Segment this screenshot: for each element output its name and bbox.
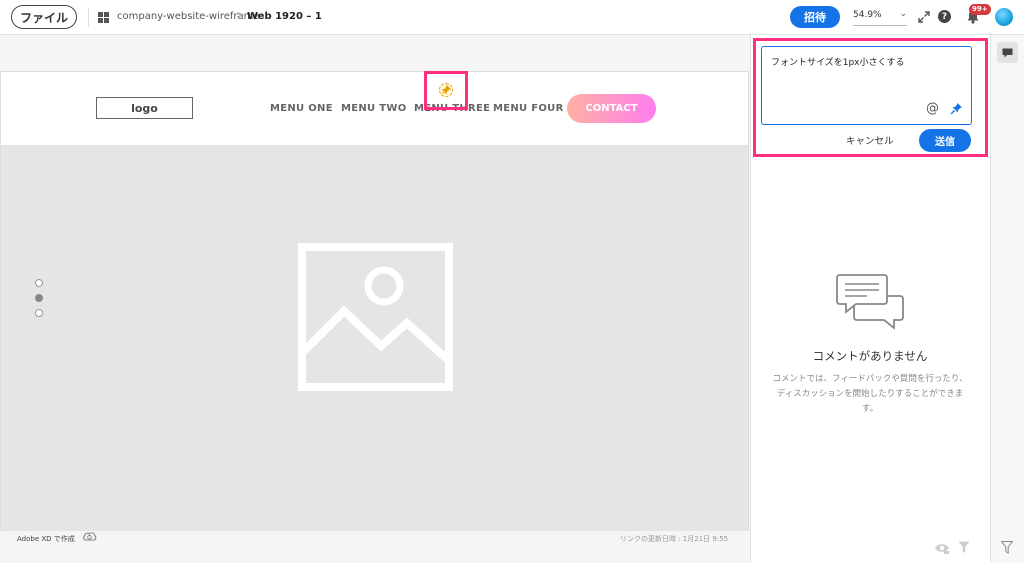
hero-image-area	[1, 145, 748, 531]
empty-state-description: コメントでは、フィードバックや質問を行ったり、ディスカッションを開始したりするこ…	[772, 374, 968, 414]
menu-item-two[interactable]: MENU TWO	[341, 103, 407, 114]
creative-cloud-icon[interactable]	[82, 530, 97, 543]
comment-pin-marker[interactable]	[424, 71, 468, 110]
file-button[interactable]: ファイル	[11, 5, 77, 29]
empty-state-title: コメントがありません	[812, 349, 928, 363]
pin-icon[interactable]	[950, 102, 963, 115]
carousel-dot[interactable]	[35, 309, 43, 317]
hide-resolved-icon[interactable]	[934, 542, 950, 554]
top-bar: ファイル company-website-wireframe > Web 192…	[0, 0, 1024, 35]
contact-button[interactable]: CONTACT	[567, 94, 656, 123]
grid-icon[interactable]	[98, 12, 109, 23]
artboard[interactable]: logo MENU ONE MENU TWO MENU THREE MENU F…	[0, 71, 749, 531]
zoom-value: 54.9%	[853, 10, 882, 20]
menu-item-one[interactable]: MENU ONE	[270, 103, 333, 114]
menu-item-four[interactable]: MENU FOUR	[493, 103, 564, 114]
chevron-down-icon: ⌄	[899, 9, 907, 19]
cancel-button[interactable]: キャンセル	[846, 133, 894, 147]
breadcrumb-page: Web 1920 – 1	[247, 11, 322, 22]
image-placeholder-icon	[298, 243, 453, 391]
comment-icon[interactable]	[997, 42, 1018, 63]
filter-icon[interactable]	[958, 541, 970, 554]
carousel-dot[interactable]	[35, 279, 43, 287]
chat-bubbles-icon	[836, 274, 904, 330]
invite-button[interactable]: 招待	[790, 6, 840, 28]
comment-input[interactable]: フォントサイズを1px小さくする	[761, 46, 972, 125]
notification-badge: 99+	[969, 4, 991, 15]
pin-icon	[439, 83, 453, 97]
zoom-select[interactable]: 54.9% ⌄	[853, 9, 907, 26]
expand-icon[interactable]	[917, 10, 931, 24]
avatar[interactable]	[995, 8, 1013, 26]
carousel-dot-active[interactable]	[35, 294, 43, 302]
mention-icon[interactable]: @	[926, 101, 939, 116]
divider	[88, 8, 89, 27]
breadcrumb-separator: >	[236, 10, 245, 21]
last-updated: リンクの更新日時 : 1月21日 9:55	[620, 535, 729, 543]
send-button[interactable]: 送信	[919, 129, 971, 152]
site-logo: logo	[96, 97, 193, 119]
filter-icon[interactable]	[1001, 541, 1013, 554]
xd-share-viewer: ファイル company-website-wireframe > Web 192…	[0, 0, 1024, 563]
help-icon[interactable]: ?	[938, 10, 951, 23]
right-rail	[990, 35, 1024, 563]
made-with-label: Adobe XD で作成	[17, 535, 75, 543]
